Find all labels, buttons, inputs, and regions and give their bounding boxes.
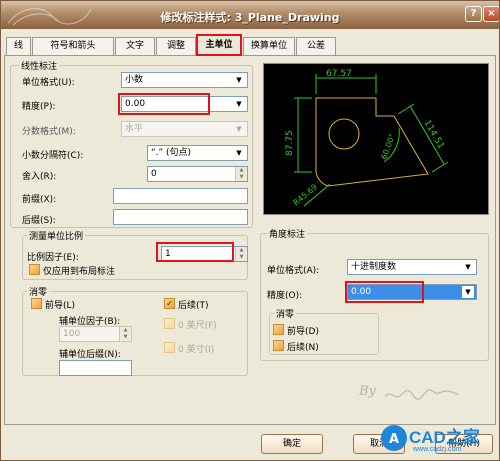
- suffix-label: 后缀(S):: [22, 216, 56, 226]
- leading-checkbox[interactable]: [31, 298, 42, 309]
- spinner-icon[interactable]: ▲ ▼: [119, 327, 131, 341]
- suffix-input[interactable]: [113, 209, 248, 225]
- layout-only-label: 仅应用到布局标注: [43, 267, 116, 277]
- round-off-input[interactable]: 0 ▲ ▼: [147, 166, 248, 182]
- sub-unit-suffix-label: 辅单位后缀(N):: [59, 350, 121, 360]
- logo-url: www.cadzj.com: [413, 446, 462, 453]
- watermark-by: By: [359, 384, 376, 399]
- tab-alternate-units[interactable]: 换算单位: [243, 37, 295, 55]
- scale-factor-label: 比例因子(E):: [27, 253, 79, 263]
- tab-primary-units[interactable]: 主单位: [196, 34, 242, 56]
- spinner-icon[interactable]: ▲ ▼: [235, 167, 247, 181]
- angular-precision-label: 精度(O):: [267, 291, 303, 301]
- dim-top-text: 67.57: [326, 69, 352, 79]
- preview-hole: [328, 118, 360, 150]
- angular-unit-format-label: 单位格式(A):: [267, 266, 320, 276]
- title-bar: 修改标注样式: 3_Plane_Drawing ? ×: [1, 1, 499, 29]
- preview-part-outline: [315, 97, 429, 187]
- prefix-input[interactable]: [113, 188, 248, 204]
- dim-angle-text: 60.00°: [379, 132, 397, 160]
- chevron-down-icon: ▼: [236, 76, 242, 84]
- tab-symbols-arrows[interactable]: 符号和箭头: [32, 37, 114, 55]
- logo-text: CAD之家: [409, 428, 480, 447]
- round-off-label: 舍入(R):: [22, 172, 57, 182]
- feet-checkbox[interactable]: [164, 318, 175, 329]
- precision-highlight: [118, 93, 210, 115]
- cad-logo: A CAD之家 www.cadzj.com: [379, 419, 499, 460]
- chevron-down-icon: ▼: [462, 286, 474, 298]
- angular-unit-format-select[interactable]: 十进制度数 ▼: [347, 259, 477, 275]
- ok-button[interactable]: 确定: [261, 434, 323, 454]
- title-close-button[interactable]: ×: [483, 6, 499, 22]
- inches-checkbox[interactable]: [164, 342, 175, 353]
- angular-group-label: 角度标注: [267, 227, 308, 240]
- title-help-button[interactable]: ?: [465, 6, 482, 22]
- layout-only-checkbox[interactable]: [29, 264, 40, 275]
- angular-leading-checkbox[interactable]: [273, 324, 284, 335]
- trailing-label: 后续(T): [178, 301, 209, 311]
- logo-emblem-icon: A: [381, 425, 407, 451]
- leading-label: 前导(L): [45, 301, 76, 311]
- fraction-format-select[interactable]: 水平 ▼: [121, 121, 248, 137]
- unit-format-select[interactable]: 小数 ▼: [121, 72, 248, 88]
- zero-suppress-group-label: 消零: [27, 285, 50, 298]
- svg-text:A: A: [389, 432, 399, 447]
- preview-drawing: 67.57 87.75 114.51 60.00° R45.69: [285, 69, 449, 208]
- angular-precision-highlight: [345, 281, 424, 303]
- scale-factor-highlight: [156, 242, 234, 262]
- angular-leading-label: 前导(D): [287, 327, 319, 337]
- angular-trailing-label: 后续(N): [287, 343, 319, 353]
- chevron-down-icon: ▼: [465, 263, 471, 271]
- tab-text[interactable]: 文字: [115, 37, 155, 55]
- dim-radius-text: R45.69: [292, 182, 320, 207]
- tab-lines[interactable]: 线: [6, 37, 31, 55]
- unit-format-label: 单位格式(U):: [22, 78, 75, 88]
- tab-fit[interactable]: 调整: [156, 37, 196, 55]
- feet-label: 0 英尺(F): [178, 321, 217, 331]
- tab-tolerances[interactable]: 公差: [296, 37, 336, 55]
- sub-unit-factor-input[interactable]: 100 ▲ ▼: [59, 326, 132, 342]
- chevron-down-icon: ▼: [236, 149, 242, 157]
- sub-unit-suffix-input[interactable]: [59, 360, 132, 376]
- spinner-icon[interactable]: ▲ ▼: [235, 247, 247, 261]
- decimal-separator-label: 小数分隔符(C):: [22, 151, 84, 161]
- fraction-format-label: 分数格式(M):: [22, 127, 76, 137]
- decimal-separator-select[interactable]: “.” (句点) ▼: [147, 145, 248, 161]
- angular-trailing-checkbox[interactable]: [273, 340, 284, 351]
- window-title: 修改标注样式: 3_Plane_Drawing: [160, 11, 340, 24]
- dialog-window: 修改标注样式: 3_Plane_Drawing ? × 线 符号和箭头 文字 调…: [0, 0, 500, 461]
- dim-left-text: 87.75: [285, 130, 295, 156]
- chevron-down-icon: ▼: [236, 125, 242, 133]
- preview-panel: 67.57 87.75 114.51 60.00° R45.69: [263, 63, 489, 215]
- chevron-down-icon: ▼: [236, 100, 242, 108]
- linear-group-label: 线性标注: [19, 59, 60, 72]
- watermark-signature-icon: [384, 389, 460, 400]
- trailing-checkbox[interactable]: ✓: [164, 298, 175, 309]
- inches-label: 0 英寸(I): [178, 345, 215, 355]
- precision-label: 精度(P):: [22, 102, 56, 112]
- scale-group-label: 测量单位比例: [27, 229, 86, 242]
- prefix-label: 前缀(X):: [22, 195, 57, 205]
- angular-zero-label: 消零: [274, 307, 297, 320]
